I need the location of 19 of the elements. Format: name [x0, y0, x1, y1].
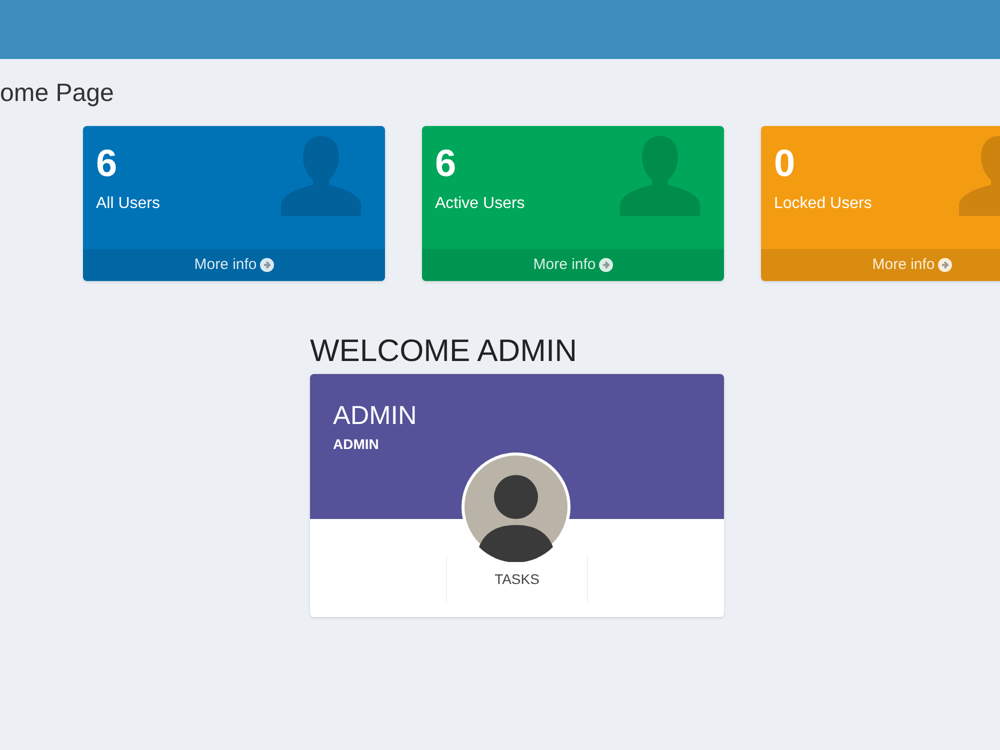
stat-label: Active Users: [435, 194, 525, 214]
stat-value: 0: [774, 144, 796, 184]
arrow-circle-icon: [938, 258, 952, 272]
stat-label: Locked Users: [774, 194, 872, 214]
welcome-heading: WELCOME ADMIN: [310, 332, 577, 370]
more-info-link[interactable]: More info: [422, 249, 724, 281]
stat-label: All Users: [96, 194, 160, 214]
more-info-link[interactable]: More info: [83, 249, 385, 281]
profile-role: ADMIN: [333, 435, 379, 454]
profile-name: ADMIN: [333, 400, 417, 430]
stat-value: 6: [96, 144, 118, 184]
more-info-link[interactable]: More info: [761, 249, 1000, 281]
profile-stat-label: TASKS: [494, 570, 540, 589]
stat-value: 6: [435, 144, 456, 184]
user-silhouette-icon: [618, 134, 702, 218]
user-silhouette-icon: [279, 134, 363, 218]
arrow-circle-icon: [260, 258, 274, 272]
page-title: ome Page: [0, 78, 114, 109]
arrow-circle-icon: [598, 258, 613, 272]
